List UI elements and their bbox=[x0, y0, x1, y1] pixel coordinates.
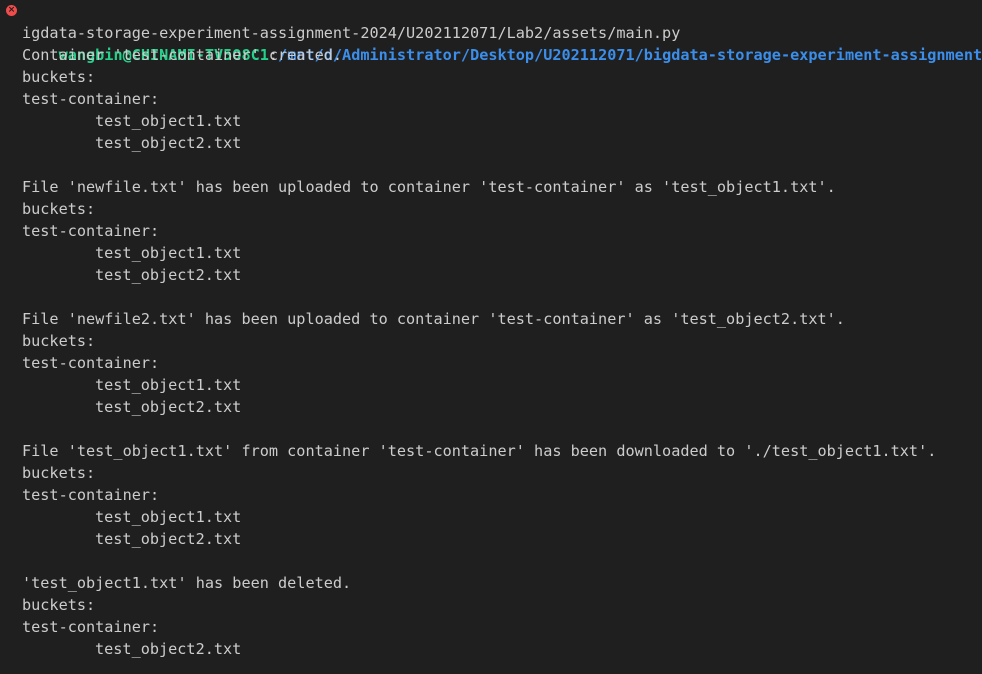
object-line: test_object1.txt bbox=[95, 244, 242, 262]
output-line: test-container: bbox=[22, 90, 160, 108]
output-line: buckets: bbox=[22, 200, 96, 218]
output-line: buckets: bbox=[22, 596, 96, 614]
output-line: 'test_object1.txt' has been deleted. bbox=[22, 574, 352, 592]
terminal-window[interactable]: × wangbin@CHINAMI-TV5O8C1:/mnt/d/Adminis… bbox=[0, 0, 982, 674]
object-line: test_object2.txt bbox=[95, 134, 242, 152]
object-line: test_object1.txt bbox=[95, 376, 242, 394]
object-line: test_object2.txt bbox=[95, 640, 242, 658]
object-line: test_object2.txt bbox=[95, 266, 242, 284]
object-line: test_object2.txt bbox=[95, 530, 242, 548]
output-line: test-container: bbox=[22, 354, 160, 372]
output-line: buckets: bbox=[22, 68, 96, 86]
object-line: test_object1.txt bbox=[95, 112, 242, 130]
output-line: File 'newfile.txt' has been uploaded to … bbox=[22, 178, 836, 196]
prompt-line: × wangbin@CHINAMI-TV5O8C1:/mnt/d/Adminis… bbox=[0, 0, 982, 64]
object-line: test_object1.txt bbox=[95, 508, 242, 526]
output-line: buckets: bbox=[22, 332, 96, 350]
error-circle-icon[interactable]: × bbox=[6, 5, 17, 16]
output-line: test-container: bbox=[22, 486, 160, 504]
output-line: buckets: bbox=[22, 464, 96, 482]
output-line: test-container: bbox=[22, 222, 160, 240]
output-line: File 'newfile2.txt' has been uploaded to… bbox=[22, 310, 845, 328]
output-line: test-container: bbox=[22, 618, 160, 636]
output-line: File 'test_object1.txt' from container '… bbox=[22, 442, 937, 460]
output-line: Container 'test-container' created. bbox=[22, 46, 343, 64]
output-line: igdata-storage-experiment-assignment-202… bbox=[22, 24, 681, 42]
object-line: test_object2.txt bbox=[95, 398, 242, 416]
